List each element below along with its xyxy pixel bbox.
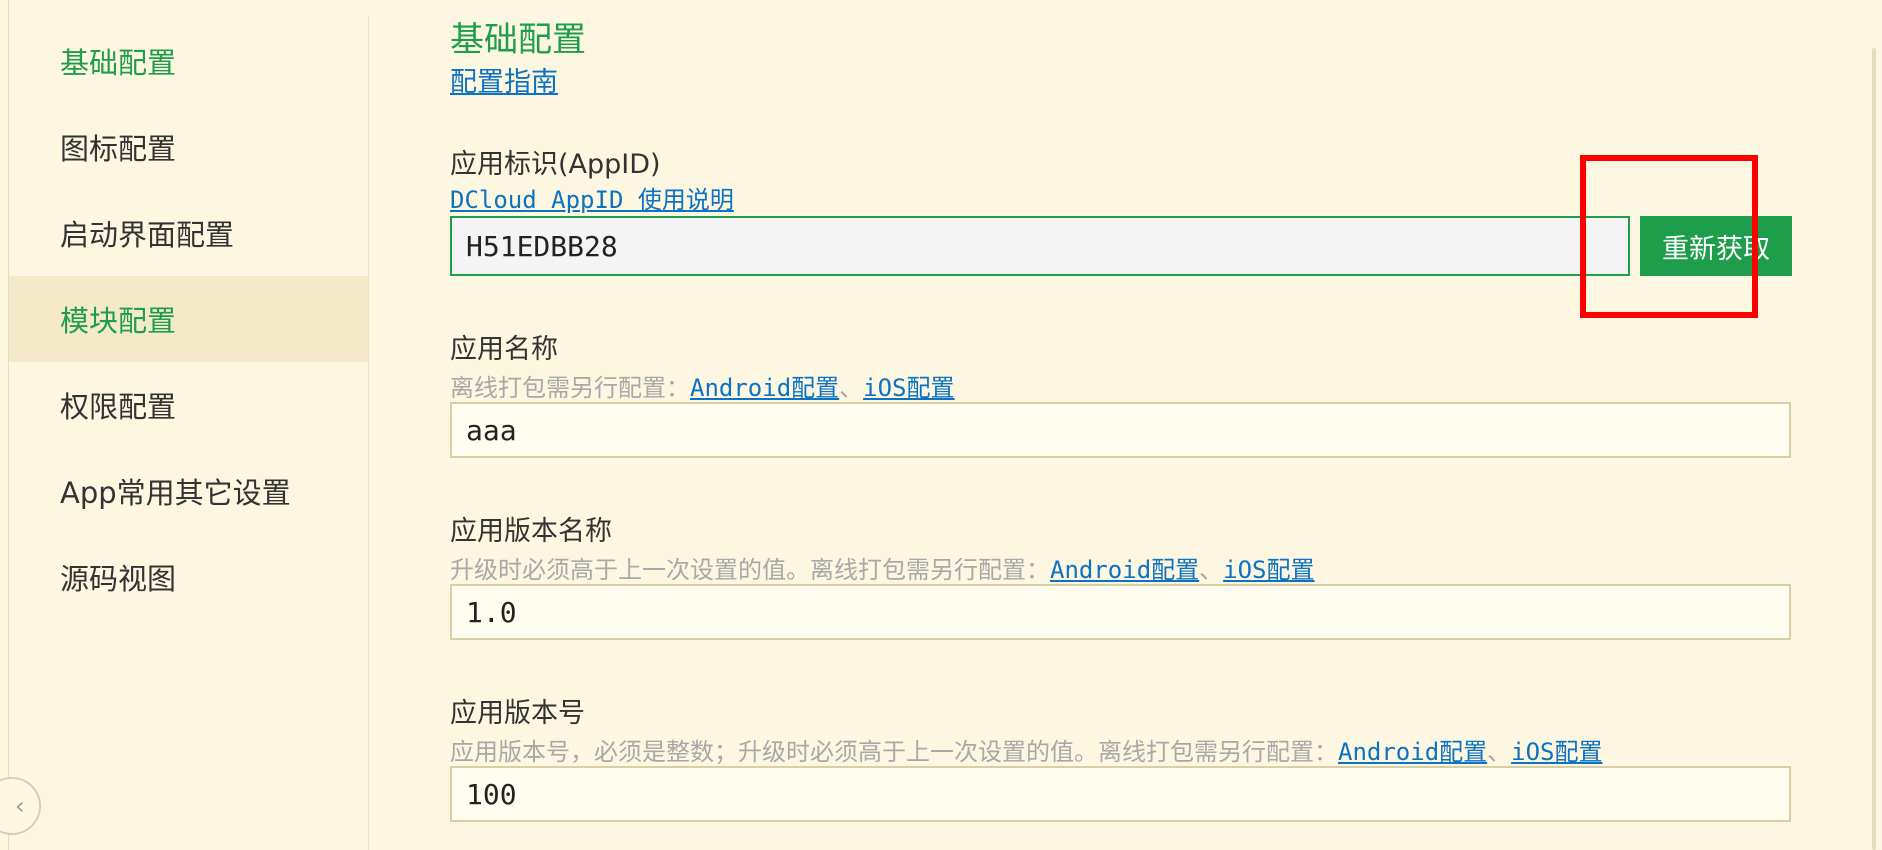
link-separator: 、 [1487, 738, 1512, 766]
version-code-help-text: 应用版本号，必须是整数；升级时必须高于上一次设置的值。离线打包需另行配置： [450, 738, 1338, 766]
appid-label: 应用标识(AppID) [450, 149, 661, 180]
sidebar: 基础配置 图标配置 启动界面配置 模块配置 权限配置 App常用其它设置 源码视… [0, 0, 369, 850]
sidebar-item-label: App常用其它设置 [60, 476, 291, 510]
version-code-help: 应用版本号，必须是整数；升级时必须高于上一次设置的值。离线打包需另行配置：And… [450, 732, 1603, 767]
sidebar-item-label: 权限配置 [60, 390, 177, 424]
version-name-android-link[interactable]: Android配置 [1050, 556, 1199, 584]
appid-help-link[interactable]: DCloud AppID 使用说明 [450, 180, 734, 215]
version-name-help: 升级时必须高于上一次设置的值。离线打包需另行配置：Android配置、iOS配置 [450, 550, 1315, 585]
sidebar-item-permission-config[interactable]: 权限配置 [9, 362, 369, 448]
app-name-help-text: 离线打包需另行配置： [450, 374, 690, 402]
main-content: 基础配置 配置指南 应用标识(AppID) DCloud AppID 使用说明 … [450, 0, 1792, 850]
sidebar-item-label: 基础配置 [60, 46, 177, 80]
sidebar-item-app-other-settings[interactable]: App常用其它设置 [9, 448, 369, 534]
version-code-label: 应用版本号 [450, 698, 585, 729]
page-title: 基础配置 [450, 20, 586, 60]
sidebar-collapse-button[interactable]: ‹ [0, 777, 41, 835]
appid-field[interactable] [450, 216, 1630, 276]
chevron-left-icon: ‹ [15, 792, 25, 820]
app-name-android-link[interactable]: Android配置 [690, 374, 839, 402]
sidebar-item-basic-config[interactable]: 基础配置 [9, 18, 369, 104]
sidebar-item-icon-config[interactable]: 图标配置 [9, 104, 369, 190]
sidebar-item-label: 模块配置 [60, 304, 177, 338]
sidebar-item-label: 图标配置 [60, 132, 177, 166]
sidebar-divider [368, 16, 369, 850]
app-name-ios-link[interactable]: iOS配置 [863, 374, 954, 402]
version-code-android-link[interactable]: Android配置 [1338, 738, 1487, 766]
app-name-input[interactable] [450, 402, 1791, 458]
link-separator: 、 [839, 374, 864, 402]
scrollbar[interactable] [1872, 48, 1876, 850]
sidebar-item-label: 源码视图 [60, 562, 177, 596]
link-separator: 、 [1199, 556, 1224, 584]
app-name-help: 离线打包需另行配置：Android配置、iOS配置 [450, 368, 955, 403]
version-code-ios-link[interactable]: iOS配置 [1511, 738, 1602, 766]
app-name-label: 应用名称 [450, 334, 558, 365]
sidebar-item-splash-config[interactable]: 启动界面配置 [9, 190, 369, 276]
version-name-input[interactable] [450, 584, 1791, 640]
refresh-appid-button[interactable]: 重新获取 [1640, 216, 1792, 276]
sidebar-item-module-config[interactable]: 模块配置 [9, 276, 369, 362]
sidebar-item-source-view[interactable]: 源码视图 [9, 534, 369, 620]
version-name-help-text: 升级时必须高于上一次设置的值。离线打包需另行配置： [450, 556, 1050, 584]
sidebar-item-label: 启动界面配置 [60, 218, 235, 252]
config-guide-link[interactable]: 配置指南 [450, 60, 558, 99]
version-name-ios-link[interactable]: iOS配置 [1223, 556, 1314, 584]
version-code-input[interactable] [450, 766, 1791, 822]
version-name-label: 应用版本名称 [450, 516, 612, 547]
